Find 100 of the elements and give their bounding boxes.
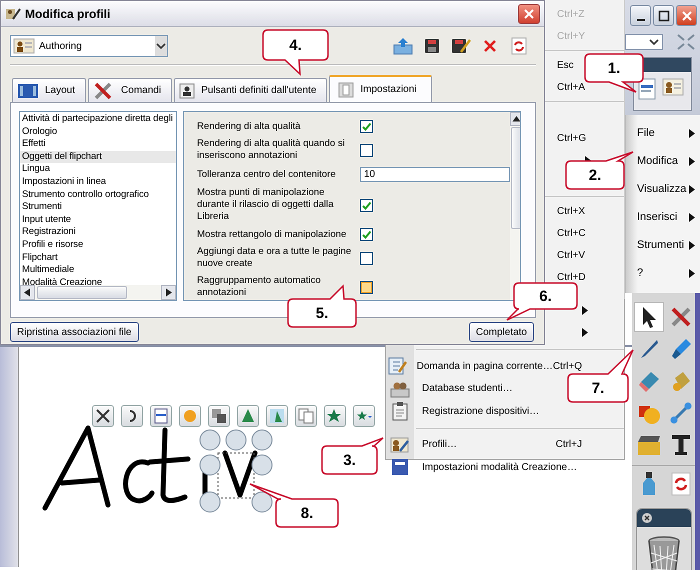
list-item[interactable]: Registrazioni <box>20 226 176 239</box>
menu-item[interactable]: ? <box>626 259 700 287</box>
resize-handle[interactable] <box>200 454 220 476</box>
close-button[interactable] <box>518 4 540 24</box>
list-item[interactable]: Attività di partecipazione diretta degli <box>20 113 176 126</box>
resize-handle[interactable] <box>200 430 220 450</box>
setting-label: Mostra punti di manipolazione durante il rilascio di oggetti dalla Libreria <box>197 187 335 223</box>
menu-item[interactable]: Domanda in pagina corrente…Ctrl+Q <box>386 355 586 378</box>
app-icon <box>5 6 21 20</box>
resize-handle[interactable] <box>226 430 246 450</box>
vertical-scrollbar[interactable] <box>510 112 520 300</box>
toolbar-button[interactable] <box>92 405 114 427</box>
resize-handle[interactable] <box>252 430 272 450</box>
callout-number: 4. <box>289 36 302 54</box>
menu-item[interactable]: Profili… Ctrl+J <box>386 434 586 456</box>
toolbar-button[interactable] <box>324 405 346 427</box>
scroll-left-icon <box>20 285 35 300</box>
scroll-right-icon <box>161 285 176 300</box>
resize-handle[interactable] <box>200 492 220 512</box>
checkbox[interactable] <box>360 228 373 241</box>
toolbar-button[interactable] <box>150 405 172 427</box>
question-sheet-icon <box>387 356 408 376</box>
checkmark-icon <box>361 200 372 210</box>
menu-item[interactable]: Inserisci <box>626 203 700 231</box>
resize-handle[interactable] <box>252 454 272 476</box>
tab[interactable]: Pulsanti definiti dall'utente <box>174 78 328 102</box>
checkbox[interactable] <box>360 120 373 133</box>
menu-item[interactable]: Database studenti… <box>386 378 517 400</box>
horizontal-scrollbar[interactable] <box>20 285 176 300</box>
floppy-icon <box>424 38 440 54</box>
layout-icon <box>17 82 39 98</box>
text-icon <box>669 433 693 457</box>
close-icon <box>680 10 692 22</box>
sun-icon <box>182 408 198 424</box>
callout-number: 2. <box>588 166 602 184</box>
checkbox[interactable] <box>360 144 373 156</box>
profile-dropdown[interactable]: Authoring <box>10 35 168 57</box>
input-field[interactable]: 10 <box>360 167 510 182</box>
list-item[interactable]: Lingua <box>20 163 176 176</box>
menu-item[interactable]: Modifica <box>626 147 700 175</box>
setting-label: Aggiungi data e ora a tutte le pagine nuove create <box>197 246 352 270</box>
person-card-icon <box>13 38 35 54</box>
minimize-icon <box>636 18 644 20</box>
close-button[interactable] <box>676 5 697 26</box>
checkbox[interactable] <box>360 252 373 264</box>
close-icon[interactable] <box>642 513 652 523</box>
person-card-icon[interactable] <box>662 78 684 96</box>
callout-number: 3. <box>343 452 356 468</box>
callout-number: 5. <box>316 304 328 322</box>
dialog-button[interactable]: Ripristina associazioni file <box>10 322 138 342</box>
copy-icon <box>298 408 314 424</box>
page-icon <box>338 82 354 98</box>
list-item[interactable]: Orologio <box>20 126 176 138</box>
list-item[interactable]: Input utente <box>20 214 176 226</box>
menu-item[interactable]: Impostazioni modalità Creazione… <box>386 456 582 478</box>
maximize-button[interactable] <box>653 5 674 26</box>
upload-button[interactable] <box>391 35 415 57</box>
setting-label: Raggruppamento automatico annotazioni <box>197 275 322 299</box>
menu-item[interactable]: Registrazione dispositivi… <box>386 400 544 422</box>
list-item[interactable]: Modalità Creazione <box>20 276 176 285</box>
upload-icon <box>393 37 413 55</box>
setting-label: Rendering di alta qualità <box>197 120 302 132</box>
list-item[interactable]: Impostazioni in linea <box>20 176 176 189</box>
pointer-tool[interactable] <box>634 302 664 332</box>
trash-can-icon[interactable] <box>646 535 682 570</box>
shortcut-label: Ctrl+A <box>557 82 586 92</box>
connector-icon <box>669 401 693 425</box>
settings-icon <box>390 457 410 478</box>
toolbar-button[interactable] <box>121 405 143 427</box>
tab[interactable]: Comandi <box>88 78 172 102</box>
list-item[interactable]: Strumento controllo ortografico <box>20 188 176 202</box>
floppy-pencil-icon <box>451 38 471 54</box>
list-item[interactable]: Strumenti <box>20 201 176 214</box>
menu-item[interactable]: Visualizza <box>626 175 700 203</box>
shortcut-label: Ctrl+G <box>557 132 586 144</box>
layout-icon[interactable] <box>638 78 656 100</box>
resize-handle[interactable] <box>252 492 272 512</box>
list-item[interactable]: Multimediale <box>20 264 176 277</box>
chevron-down-icon <box>649 38 659 46</box>
toolbar-button[interactable] <box>353 405 375 427</box>
list-item[interactable]: Effetti <box>20 138 176 151</box>
tab[interactable]: Impostazioni <box>329 75 432 102</box>
tree-icon <box>240 408 256 424</box>
list-item[interactable]: Profili e risorse <box>20 238 176 252</box>
toolbar-button[interactable] <box>208 405 230 427</box>
submenu-arrow-icon <box>582 328 588 338</box>
clapperboard-icon <box>636 433 662 457</box>
ink-stroke <box>222 450 258 498</box>
checkbox[interactable] <box>360 198 373 212</box>
refresh-icon <box>670 472 692 496</box>
tab[interactable]: Layout <box>12 78 86 102</box>
dialog-button[interactable]: Completato <box>468 322 534 342</box>
minimize-button[interactable] <box>630 5 651 26</box>
maximize-icon <box>658 10 670 22</box>
shortcut-label: Ctrl+X <box>557 206 586 216</box>
list-item[interactable]: Flipchart <box>20 252 176 264</box>
menu-item[interactable]: File <box>626 119 700 147</box>
dropdown-field[interactable] <box>625 34 663 50</box>
list-item[interactable]: Oggetti del flipchart <box>20 150 176 164</box>
menu-item[interactable]: Strumenti <box>626 231 700 259</box>
